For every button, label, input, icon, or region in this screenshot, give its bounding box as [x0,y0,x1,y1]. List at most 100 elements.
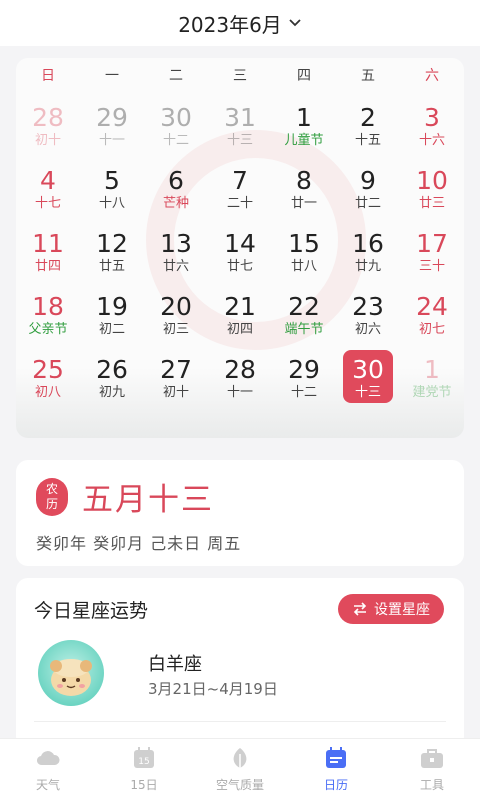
bottom-tab-bar: 天气 15 15日 空气质量 日历 工具 [0,738,480,800]
tab-weather[interactable]: 天气 [0,739,96,800]
day-cell[interactable]: 10 廿三 [400,157,464,220]
day-cell[interactable]: 21 初四 [208,283,272,346]
lunar-label: 初七 [418,321,445,337]
day-cell[interactable]: 28 十一 [208,346,272,409]
day-cell[interactable]: 26 初九 [80,346,144,409]
lunar-date-card: 农 历 五月十三 癸卯年 癸卯月 己未日 周五 [16,460,464,566]
lunar-label: 十八 [98,195,125,211]
lunar-label: 廿五 [98,258,125,274]
day-cell[interactable]: 14 廿七 [208,220,272,283]
lunar-label: 初十 [34,132,61,148]
day-cell[interactable]: 22 端午节 [272,283,336,346]
tab-air-quality[interactable]: 空气质量 [192,739,288,800]
day-cell[interactable]: 8 廿一 [272,157,336,220]
day-cell[interactable]: 29 十二 [272,346,336,409]
tab-label: 工具 [419,778,444,792]
calendar-card: 日 一 二 三 四 五 六 28 初十 29 十一 30 十二 31 十三 1 儿童节 2… [16,58,464,438]
lunar-label: 十五 [354,132,381,148]
day-number: 1 [424,354,440,384]
badge-char-bottom: 历 [45,497,58,511]
set-zodiac-button[interactable]: 设置星座 [338,594,444,624]
lunar-label: 廿六 [162,258,189,274]
day-cell[interactable]: 1 建党节 [400,346,464,409]
ganzhi-text: 癸卯年 癸卯月 己未日 周五 [36,534,242,553]
lunar-label: 十二 [290,384,317,400]
day-cell[interactable]: 5 十八 [80,157,144,220]
lunar-label: 初十 [162,384,189,400]
day-number: 23 [352,291,384,321]
weekday-sat: 六 [425,68,439,84]
day-number: 1 [296,102,312,132]
day-cell[interactable]: 11 廿四 [16,220,80,283]
day-cell[interactable]: 6 芒种 [144,157,208,220]
day-number: 15 [288,228,320,258]
day-cell[interactable]: 25 初八 [16,346,80,409]
lunar-date: 五月十三 [82,482,214,518]
day-number: 10 [416,165,448,195]
day-cell[interactable]: 31 十三 [208,94,272,157]
lunar-label: 十三 [226,132,253,148]
tab-label: 天气 [35,778,60,792]
weekday-mon: 一 [105,68,119,84]
weekday-sun: 日 [41,68,55,84]
day-number: 12 [96,228,128,258]
day-cell[interactable]: 18 父亲节 [16,283,80,346]
lunar-label: 十三 [354,384,381,400]
lunar-label: 三十 [418,258,445,274]
day-number: 29 [96,102,128,132]
lunar-label: 廿八 [290,258,317,274]
day-number: 6 [168,165,184,195]
tab-label: 空气质量 [215,778,264,792]
day-cell[interactable]: 16 廿九 [336,220,400,283]
day-cell[interactable]: 7 二十 [208,157,272,220]
chevron-down-icon [289,19,301,27]
zodiac-title: 今日星座运势 [34,600,149,622]
day-number: 9 [360,165,376,195]
day-cell[interactable]: 19 初二 [80,283,144,346]
lunar-label: 廿一 [290,195,317,211]
day-cell[interactable]: 24 初七 [400,283,464,346]
month-selector[interactable]: 2023年6月 [178,9,302,38]
set-zodiac-label: 设置星座 [374,602,430,618]
weekday-wed: 三 [233,68,247,84]
lunar-label: 十七 [34,195,61,211]
day-grid: 28 初十 29 十一 30 十二 31 十三 1 儿童节 2 十五 3 十六 4 十七 5 十八… [16,94,464,409]
day-cell-selected[interactable]: 30 十三 [336,346,400,409]
day-number: 28 [224,354,256,384]
day-cell[interactable]: 15 廿八 [272,220,336,283]
day-cell[interactable]: 12 廿五 [80,220,144,283]
calendar-icon [326,747,346,768]
day-cell[interactable]: 29 十一 [80,94,144,157]
day-cell[interactable]: 4 十七 [16,157,80,220]
day-cell[interactable]: 28 初十 [16,94,80,157]
lunar-label: 十一 [226,384,253,400]
tab-calendar[interactable]: 日历 [288,739,384,800]
lunar-label: 廿七 [226,258,253,274]
day-cell[interactable]: 9 廿二 [336,157,400,220]
day-cell[interactable]: 20 初三 [144,283,208,346]
day-cell[interactable]: 1 儿童节 [272,94,336,157]
tab-tools[interactable]: 工具 [384,739,480,800]
day-cell[interactable]: 23 初六 [336,283,400,346]
lunar-label: 十二 [162,132,189,148]
day-cell[interactable]: 30 十二 [144,94,208,157]
day-number: 19 [96,291,128,321]
day-cell[interactable]: 3 十六 [400,94,464,157]
lunar-label: 廿二 [354,195,381,211]
day-cell[interactable]: 2 十五 [336,94,400,157]
day-cell[interactable]: 17 三十 [400,220,464,283]
day-cell[interactable]: 13 廿六 [144,220,208,283]
weekday-tue: 二 [169,68,183,84]
day-cell[interactable]: 27 初十 [144,346,208,409]
weekday-thu: 四 [297,68,311,84]
day-number: 16 [352,228,384,258]
day-number: 20 [160,291,192,321]
day-number: 21 [224,291,256,321]
day-number: 31 [224,102,256,132]
tab-15-day[interactable]: 15 15日 [96,739,192,800]
swap-icon [353,602,367,616]
lunar-label: 十一 [98,132,125,148]
day-number: 22 [288,291,320,321]
leaf-icon [233,748,247,768]
lunar-label: 儿童节 [284,132,324,148]
